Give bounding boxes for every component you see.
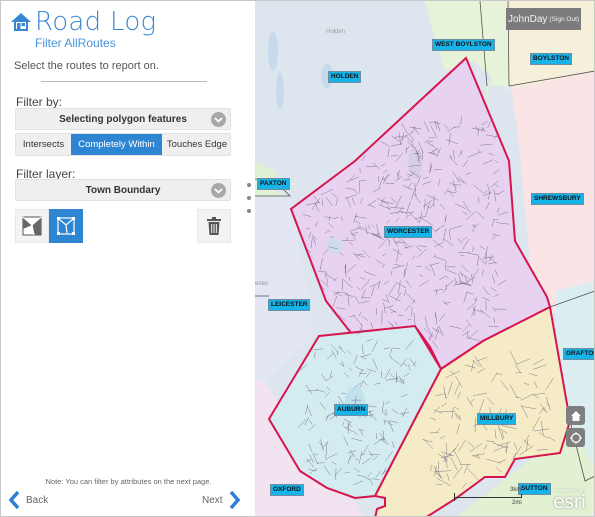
town-label-boylston[interactable]: BOYLSTON (530, 53, 572, 65)
sign-out-link[interactable]: (Sign Out) (549, 16, 579, 23)
instruction-text: Select the routes to report on. (14, 60, 159, 72)
filter-by-value: Selecting polygon features (59, 113, 187, 125)
locate-icon (569, 431, 582, 444)
chevron-down-icon (211, 183, 226, 198)
polygon-draw-icon (57, 217, 75, 235)
town-label-paxton[interactable]: PAXTON (257, 178, 290, 190)
scale-km: 3km (510, 487, 522, 493)
username: JohnDay (507, 13, 548, 25)
spatial-relationship-selector: Intersects Completely Within Touches Edg… (15, 133, 231, 156)
locate-button[interactable] (566, 428, 585, 447)
next-button[interactable]: Next (202, 491, 241, 509)
esri-attribution[interactable]: POWERED BY esri (553, 488, 586, 513)
town-label-worcester[interactable]: WORCESTER (384, 226, 433, 238)
scale-mi: 2mi (512, 500, 522, 506)
filter-layer-value: Town Boundary (85, 184, 161, 196)
town-label-oxford[interactable]: OXFORD (270, 484, 304, 496)
town-label-sutton[interactable]: SUTTON (518, 483, 551, 495)
next-label: Next (202, 494, 223, 506)
chevron-down-icon (211, 112, 226, 127)
map-view[interactable]: Holden ester HOLDEN WEST BOYLSTON BOYLST… (255, 0, 595, 517)
option-intersects[interactable]: Intersects (16, 134, 71, 155)
town-label-shrewsbury[interactable]: SHREWSBURY (531, 193, 584, 205)
back-button[interactable]: Back (8, 491, 48, 509)
town-label-leicester[interactable]: LEICESTER (268, 299, 311, 311)
scale-bar: 3km 2mi (454, 487, 522, 511)
place-label-holden: Holden (326, 29, 346, 35)
select-polygon-button[interactable] (15, 209, 49, 243)
place-label-worcester-partial: ester (255, 281, 269, 287)
panel-resize-handle[interactable] (246, 183, 252, 213)
town-label-holden[interactable]: HOLDEN (328, 71, 362, 83)
polygon-select-icon (22, 216, 42, 236)
option-touches-edge[interactable]: Touches Edge (162, 134, 230, 155)
page-subtitle: Filter AllRoutes (35, 36, 116, 50)
home-icon (570, 410, 581, 421)
powered-by-text: POWERED BY (555, 488, 586, 493)
home-icon (11, 13, 31, 31)
home-extent-button[interactable] (566, 406, 585, 425)
trash-icon (207, 217, 221, 235)
user-sign-out-button[interactable]: JohnDay (Sign Out) (506, 8, 581, 30)
clear-selection-button[interactable] (197, 209, 231, 243)
town-label-millbury[interactable]: MILLBURY (477, 413, 517, 425)
filter-by-dropdown[interactable]: Selecting polygon features (15, 108, 231, 130)
draw-polygon-button[interactable] (49, 209, 83, 243)
town-label-grafton[interactable]: GRAFTON (563, 348, 594, 360)
basemap (255, 1, 594, 516)
filter-by-label: Filter by: (16, 95, 63, 109)
app-title[interactable]: Road Log (10, 7, 156, 37)
esri-logo: esri (553, 491, 586, 513)
town-label-west-boylston[interactable]: WEST BOYLSTON (432, 39, 495, 51)
footer-note: Note: You can filter by attributes on th… (45, 477, 212, 486)
town-label-auburn[interactable]: AUBURN (334, 404, 369, 416)
app-title-text: Road Log (35, 7, 157, 37)
chevron-right-icon (229, 491, 240, 509)
option-completely-within[interactable]: Completely Within (71, 134, 162, 155)
divider (41, 81, 207, 82)
chevron-left-icon (8, 491, 20, 509)
filter-panel: Road Log Filter AllRoutes Select the rou… (0, 0, 255, 517)
back-label: Back (26, 494, 49, 506)
filter-layer-dropdown[interactable]: Town Boundary (15, 179, 231, 201)
